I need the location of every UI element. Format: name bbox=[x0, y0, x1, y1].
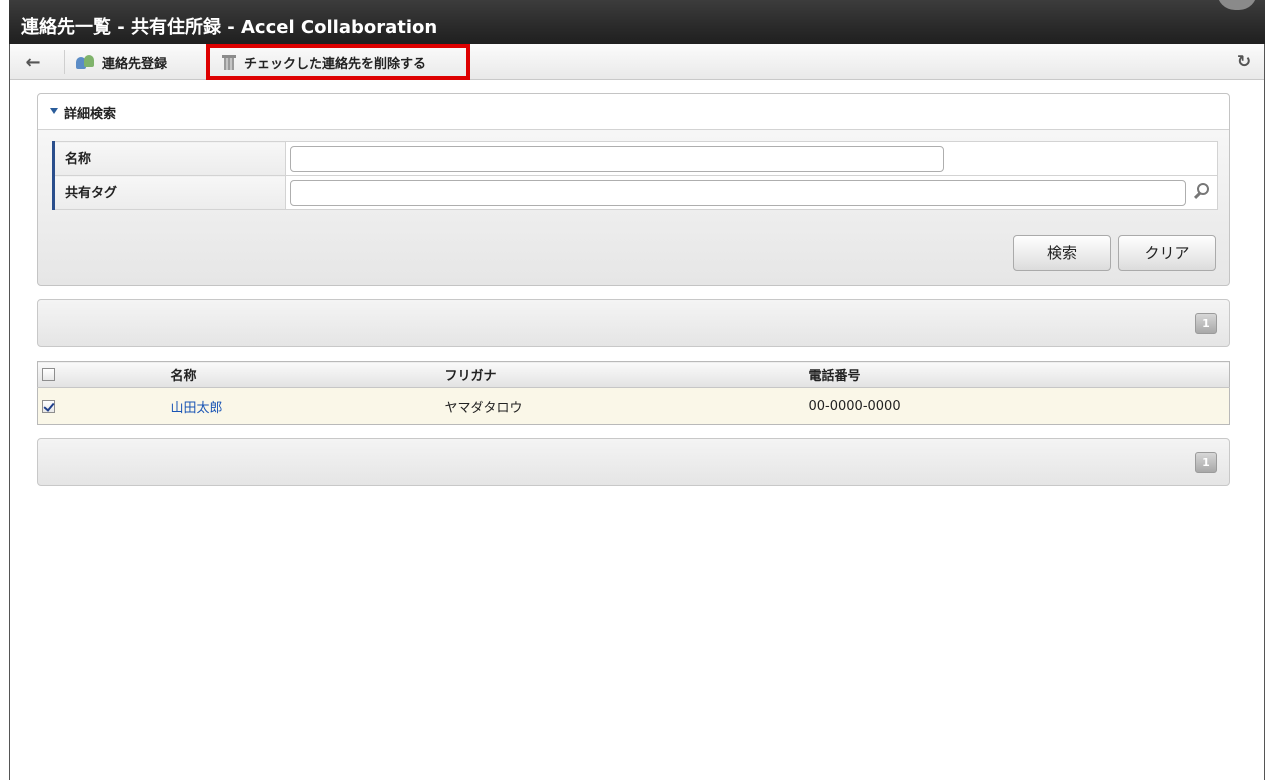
toolbar: ← 連絡先登録 チェックした連絡先を削除する ↻ bbox=[10, 44, 1264, 80]
column-header-name[interactable]: 名称 bbox=[170, 361, 445, 388]
contact-kana-cell: ヤマダタロウ bbox=[444, 387, 809, 425]
name-input[interactable] bbox=[290, 145, 944, 172]
advanced-search-panel: 詳細検索 名称 共有タグ 検索 クリア bbox=[37, 93, 1230, 286]
register-contact-button[interactable]: 連絡先登録 bbox=[76, 44, 167, 80]
refresh-button[interactable]: ↻ bbox=[1224, 44, 1264, 80]
table-header-row: 名称 フリガナ 電話番号 bbox=[37, 361, 1230, 388]
search-row-tag: 共有タグ bbox=[52, 175, 1218, 210]
toolbar-separator bbox=[64, 50, 65, 74]
column-header-phone[interactable]: 電話番号 bbox=[808, 361, 1230, 388]
page-number-button[interactable]: 1 bbox=[1195, 313, 1217, 334]
clear-button[interactable]: クリア bbox=[1118, 235, 1216, 271]
contact-phone-cell: 00-0000-0000 bbox=[808, 387, 1230, 425]
name-field-cell bbox=[285, 141, 1218, 176]
arrow-left-icon: ← bbox=[25, 51, 41, 73]
add-contact-icon bbox=[76, 54, 96, 70]
column-header-kana[interactable]: フリガナ bbox=[444, 361, 809, 388]
pager-top: 1 bbox=[37, 299, 1230, 347]
name-field-label: 名称 bbox=[52, 141, 286, 176]
pager-bottom: 1 bbox=[37, 438, 1230, 486]
window-title: 連絡先一覧 - 共有住所録 - Accel Collaboration bbox=[21, 17, 438, 38]
row-select-cell bbox=[37, 387, 171, 425]
search-button[interactable]: 検索 bbox=[1013, 235, 1111, 271]
contact-name-cell: 山田太郎 bbox=[170, 387, 445, 425]
window-corner bbox=[1217, 0, 1257, 10]
advanced-search-header[interactable]: 詳細検索 bbox=[38, 94, 1229, 130]
contact-name-link[interactable]: 山田太郎 bbox=[171, 401, 223, 416]
title-bar: 連絡先一覧 - 共有住所録 - Accel Collaboration bbox=[9, 0, 1265, 44]
refresh-icon: ↻ bbox=[1236, 52, 1252, 72]
advanced-search-title: 詳細検索 bbox=[64, 107, 117, 122]
row-checkbox[interactable] bbox=[42, 399, 55, 413]
page-number-button[interactable]: 1 bbox=[1195, 452, 1217, 473]
tag-field-cell bbox=[285, 175, 1218, 210]
search-form: 名称 共有タグ bbox=[52, 141, 1218, 210]
trash-icon bbox=[222, 54, 236, 70]
search-row-name: 名称 bbox=[52, 141, 1218, 176]
table-row: 山田太郎 ヤマダタロウ 00-0000-0000 bbox=[37, 387, 1230, 425]
delete-checked-contacts-label: チェックした連絡先を削除する bbox=[244, 56, 427, 72]
caret-down-icon bbox=[50, 108, 58, 114]
select-all-checkbox[interactable] bbox=[42, 368, 55, 381]
select-all-header bbox=[37, 361, 171, 388]
register-contact-label: 連絡先登録 bbox=[102, 56, 168, 72]
shared-tag-input[interactable] bbox=[290, 179, 1186, 206]
contacts-table: 名称 フリガナ 電話番号 山田太郎 ヤマダタロウ 00-0000-0000 bbox=[37, 361, 1230, 425]
delete-checked-contacts-button[interactable]: チェックした連絡先を削除する bbox=[206, 44, 470, 80]
search-icon[interactable] bbox=[1191, 181, 1213, 203]
tag-field-label: 共有タグ bbox=[52, 175, 286, 210]
back-button[interactable]: ← bbox=[10, 44, 56, 80]
